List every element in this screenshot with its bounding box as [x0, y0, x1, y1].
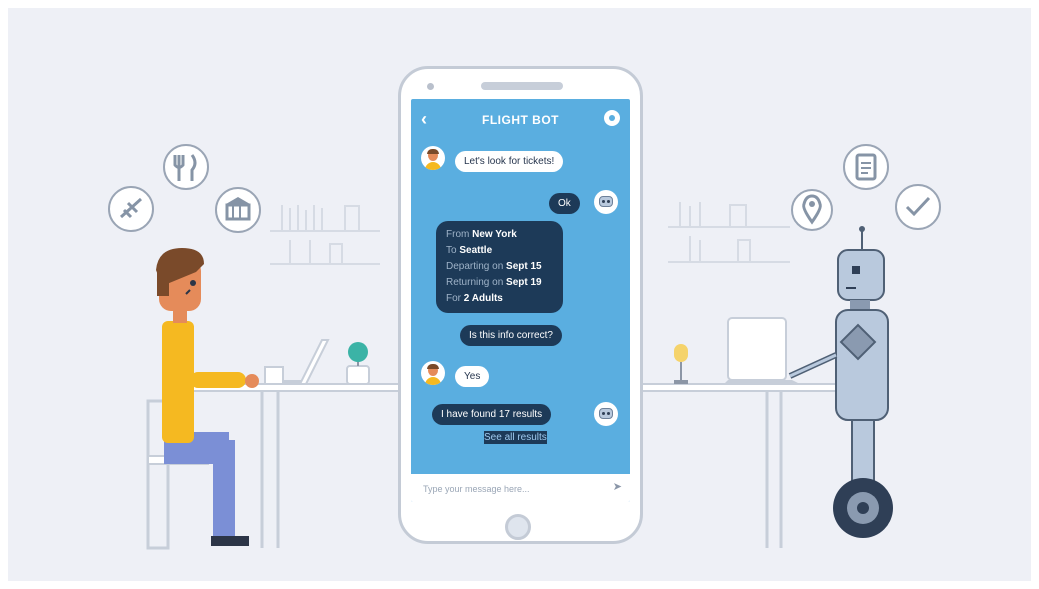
laptop-left: [264, 339, 330, 385]
flight-details-card: From New York To Seattle Departing on Se…: [436, 221, 563, 313]
person: [146, 248, 259, 550]
detail-row-passengers: For 2 Adults: [446, 293, 503, 304]
detail-row-returning: Returning on Sept 19: [446, 277, 542, 288]
phone-camera: [427, 83, 434, 90]
travel-icons-right: [791, 144, 941, 231]
bank-icon: [215, 187, 261, 233]
plant: [346, 342, 370, 385]
send-arrow-icon[interactable]: ➤: [613, 480, 622, 493]
travel-icons-left: [108, 144, 261, 233]
chat-message-user: Let's look for tickets!: [455, 151, 564, 172]
user-avatar: [421, 361, 445, 385]
detail-row-to: To Seattle: [446, 245, 493, 256]
phone-speaker: [481, 82, 563, 90]
robot: [788, 226, 893, 538]
illustration: ‹ FLIGHT BOT Let's look for tickets! Ok …: [0, 0, 1039, 589]
chat-message-bot: Ok: [549, 193, 580, 214]
right-shelf: [668, 202, 790, 263]
detail-row-from: From New York: [446, 229, 517, 240]
right-desk: [639, 383, 841, 548]
desk-lamp: [674, 344, 688, 384]
message-input-bar: ➤: [411, 474, 630, 502]
message-input[interactable]: [421, 479, 595, 499]
chat-screen: ‹ FLIGHT BOT Let's look for tickets! Ok …: [411, 99, 630, 502]
smartphone: ‹ FLIGHT BOT Let's look for tickets! Ok …: [398, 66, 643, 544]
bot-avatar: [594, 190, 618, 214]
document-icon: [843, 144, 889, 190]
user-avatar: [421, 146, 445, 170]
laptop-right: [724, 317, 800, 384]
app-header: ‹ FLIGHT BOT: [411, 99, 630, 139]
gear-icon[interactable]: [604, 110, 620, 126]
plane-icon: [108, 186, 154, 232]
check-icon: [895, 184, 941, 230]
see-all-results-button[interactable]: See all results: [484, 431, 547, 444]
fork-knife-icon: [163, 144, 209, 190]
chat-message-bot: I have found 17 results: [432, 404, 552, 425]
left-shelf: [270, 205, 380, 265]
location-pin-icon: [791, 189, 833, 231]
home-button[interactable]: [505, 514, 531, 540]
chat-message-bot: Is this info correct?: [460, 325, 562, 346]
chat-message-user: Yes: [455, 366, 490, 387]
detail-row-departing: Departing on Sept 15: [446, 261, 542, 272]
bot-avatar: [594, 402, 618, 426]
app-title: FLIGHT BOT: [482, 113, 559, 127]
